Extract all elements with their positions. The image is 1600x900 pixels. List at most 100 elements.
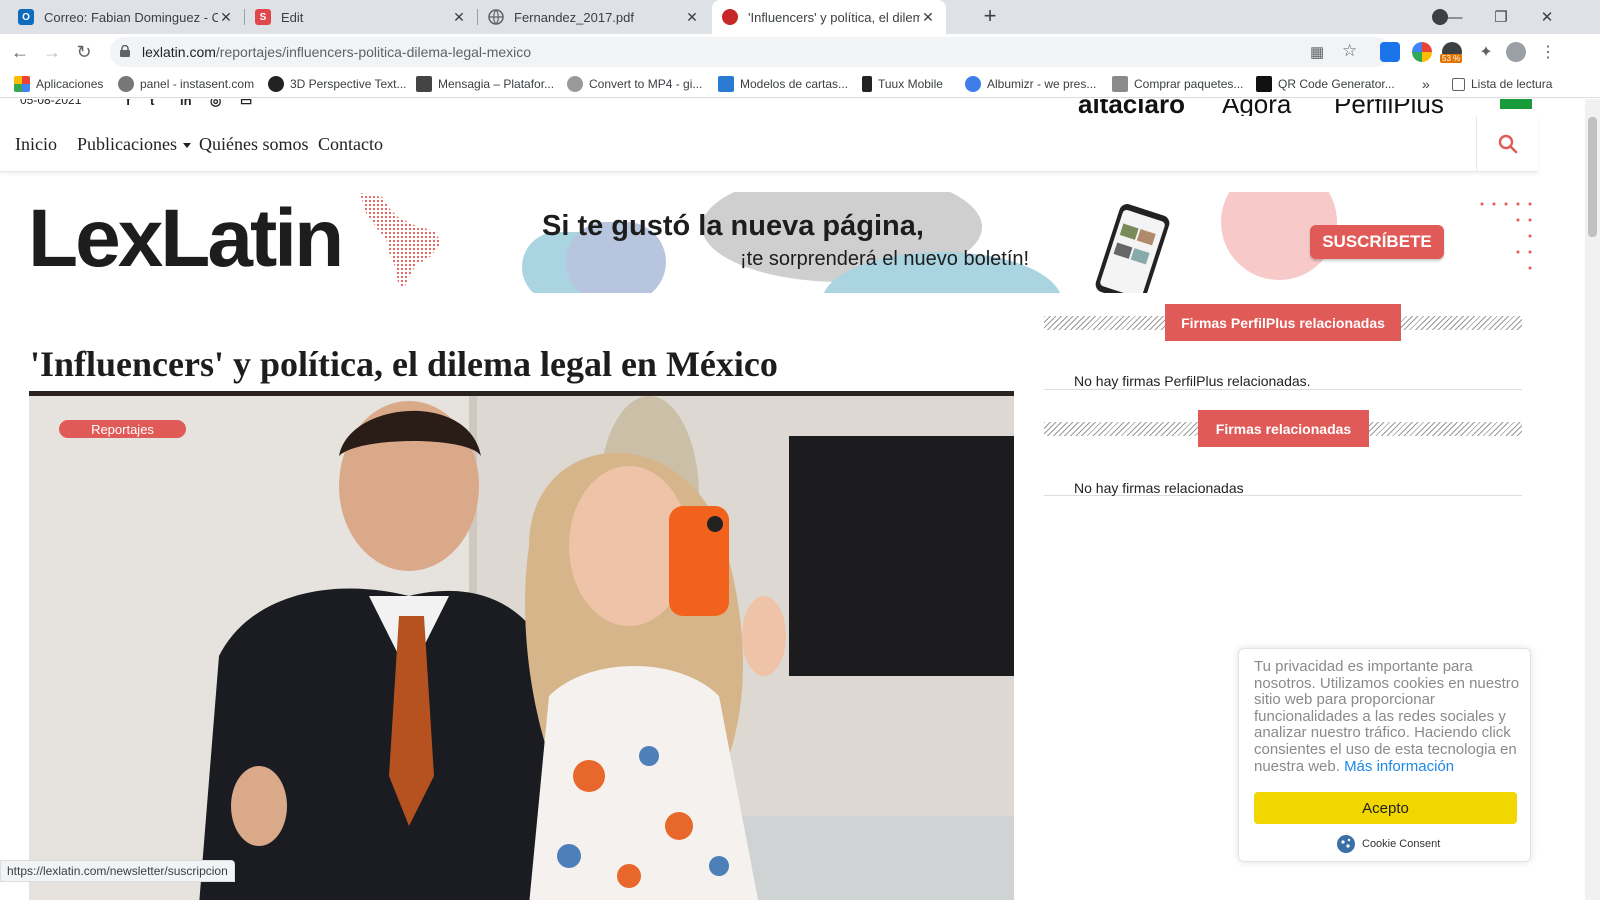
nav-quienes-somos[interactable]: Quiénes somos <box>199 134 309 155</box>
section-heading: Firmas PerfilPlus relacionadas <box>1165 304 1401 341</box>
youtube-icon[interactable]: ▭ <box>240 99 252 109</box>
page-scrollbar[interactable] <box>1585 99 1600 900</box>
site-logo[interactable]: LexLatin <box>28 198 344 280</box>
hero-photo <box>29 396 1014 900</box>
chevron-down-icon <box>182 143 191 149</box>
web-page: 05-08-2021 f t in ◎ ▭ altaclaro Ágora Pe… <box>0 99 1585 900</box>
bookmark-item[interactable]: QR Code Generator... <box>1256 75 1395 93</box>
close-icon[interactable]: ✕ <box>684 9 700 26</box>
convert-icon <box>567 76 583 92</box>
reload-icon[interactable]: ↻ <box>72 40 96 64</box>
profile-avatar[interactable] <box>1506 42 1526 62</box>
close-icon[interactable]: ✕ <box>920 9 936 26</box>
bookmark-item[interactable]: Modelos de cartas... <box>718 75 848 93</box>
nav-publicaciones[interactable]: Publicaciones <box>77 134 191 155</box>
article-hero-image: Reportajes <box>29 391 1014 900</box>
tab-strip: O Correo: Fabian Dominguez - Outl ✕ S Ed… <box>0 0 1600 34</box>
sidebar-firmas: Firmas relacionadas No hay firmas relaci… <box>1044 410 1522 496</box>
forward-arrow-icon[interactable]: → <box>40 40 64 64</box>
nav-contacto[interactable]: Contacto <box>318 134 383 155</box>
date-label: 05-08-2021 <box>20 99 82 107</box>
browser-toolbar: ← → ↻ lexlatin.com/reportajes/influencer… <box>0 34 1600 70</box>
back-arrow-icon[interactable]: ← <box>8 40 32 64</box>
subscribe-button[interactable]: SUSCRÍBETE <box>1310 225 1444 259</box>
url-text: lexlatin.com/reportajes/influencers-poli… <box>142 44 532 60</box>
bookmark-item[interactable]: Convert to MP4 - gi... <box>567 75 702 93</box>
search-icon <box>1498 134 1517 154</box>
extension-badge: 53 % <box>1440 54 1463 63</box>
main-navigation: Inicio Publicaciones Quiénes somos Conta… <box>0 116 1538 172</box>
bookmark-item[interactable]: Tuux Mobile <box>862 75 943 93</box>
scrollbar-thumb[interactable] <box>1588 117 1597 237</box>
paquetes-icon <box>1112 76 1128 92</box>
nav-inicio[interactable]: Inicio <box>15 134 57 155</box>
minimize-button[interactable]: — <box>1432 0 1478 34</box>
category-badge[interactable]: Reportajes <box>59 420 186 438</box>
section-heading: Firmas relacionadas <box>1198 410 1369 447</box>
address-bar[interactable]: lexlatin.com/reportajes/influencers-poli… <box>110 37 1390 67</box>
bookmark-star-icon[interactable]: ☆ <box>1342 41 1357 61</box>
reading-list-button[interactable]: Lista de lectura <box>1452 75 1552 93</box>
bookmark-item[interactable]: Aplicaciones <box>14 75 103 93</box>
tab-active-lexlatin[interactable]: 'Influencers' y política, el dilema l ✕ <box>712 0 946 34</box>
accept-cookies-button[interactable]: Acepto <box>1254 792 1517 824</box>
menu-kebab-icon[interactable]: ⋮ <box>1536 40 1560 64</box>
new-tab-button[interactable]: + <box>978 5 1002 29</box>
latin-america-map-icon <box>360 193 442 289</box>
banner-headline: Si te gustó la nueva página, <box>542 210 924 242</box>
search-button[interactable] <box>1476 116 1538 172</box>
apps-grid-icon <box>14 76 30 92</box>
tab-title: 'Influencers' y política, el dilema l <box>748 9 920 25</box>
tuux-icon <box>862 76 872 92</box>
puzzle-extensions-icon[interactable]: ✦ <box>1474 40 1498 64</box>
tab-pdf[interactable]: Fernandez_2017.pdf ✕ <box>478 0 710 34</box>
cookie-text: Tu privacidad es importante para nosotro… <box>1254 658 1520 775</box>
tab-title: Correo: Fabian Dominguez - Outl <box>44 9 218 25</box>
extension-color-icon[interactable] <box>1412 42 1432 62</box>
extension-meter-icon[interactable]: 53 % <box>1440 42 1463 63</box>
more-info-link[interactable]: Más información <box>1344 758 1454 775</box>
bookmark-item[interactable]: Mensagia – Platafor... <box>416 75 554 93</box>
restore-button[interactable]: ❐ <box>1478 0 1524 34</box>
bookmarks-overflow-icon[interactable]: » <box>1422 75 1430 93</box>
brazil-flag-icon[interactable] <box>1500 99 1532 109</box>
empty-message: No hay firmas relacionadas <box>1074 480 1244 496</box>
outlook-icon: O <box>18 9 34 25</box>
cookie-consent-popup: Tu privacidad es importante para nosotro… <box>1238 648 1531 862</box>
banner-subline: ¡te sorprenderá el nuevo boletín! <box>740 248 1030 270</box>
link-status-bar: https://lexlatin.com/newsletter/suscripc… <box>0 860 235 882</box>
qr-icon <box>1256 76 1272 92</box>
extension-icon-blue[interactable] <box>1380 42 1400 62</box>
tab-title: Fernandez_2017.pdf <box>514 9 634 25</box>
tab-edit[interactable]: S Edit ✕ <box>245 0 477 34</box>
qr-share-icon[interactable]: ▦ <box>1310 43 1324 61</box>
close-icon[interactable]: ✕ <box>451 9 467 26</box>
s-app-icon: S <box>255 9 271 25</box>
top-strip: 05-08-2021 f t in ◎ ▭ altaclaro Ágora Pe… <box>0 99 1585 119</box>
bookmark-item[interactable]: Comprar paquetes... <box>1112 75 1243 93</box>
close-icon[interactable]: ✕ <box>218 9 234 26</box>
empty-message: No hay firmas PerfilPlus relacionadas. <box>1074 373 1311 389</box>
bookmark-item[interactable]: 3D Perspective Text... <box>268 75 407 93</box>
cookie-consent-brand[interactable]: Cookie Consent <box>1336 834 1440 854</box>
lexlatin-favicon <box>722 9 738 25</box>
twitter-icon[interactable]: t <box>150 99 154 108</box>
linkedin-icon[interactable]: in <box>180 99 192 108</box>
bookmarks-bar: Aplicaciones panel - instasent.com 3D Pe… <box>0 70 1600 98</box>
bookmark-item[interactable]: panel - instasent.com <box>118 75 254 93</box>
lock-icon <box>120 45 130 57</box>
instagram-icon[interactable]: ◎ <box>210 99 221 109</box>
cookie-consent-icon <box>1337 835 1355 853</box>
tab-outlook[interactable]: O Correo: Fabian Dominguez - Outl ✕ <box>8 0 244 34</box>
w-icon <box>718 76 734 92</box>
tab-title: Edit <box>281 9 304 25</box>
globe-icon <box>488 9 504 25</box>
newsletter-banner[interactable]: Si te gustó la nueva página, ¡te sorpren… <box>522 192 1542 293</box>
facebook-icon[interactable]: f <box>126 99 130 108</box>
bookmark-item[interactable]: Albumizr - we pres... <box>965 75 1096 93</box>
reading-list-icon <box>1452 77 1465 91</box>
mensagia-icon <box>416 76 432 92</box>
sidebar-firmas-perfilplus: Firmas PerfilPlus relacionadas No hay fi… <box>1044 304 1522 390</box>
3d-text-icon <box>268 76 284 92</box>
window-close-button[interactable]: ✕ <box>1524 0 1570 34</box>
